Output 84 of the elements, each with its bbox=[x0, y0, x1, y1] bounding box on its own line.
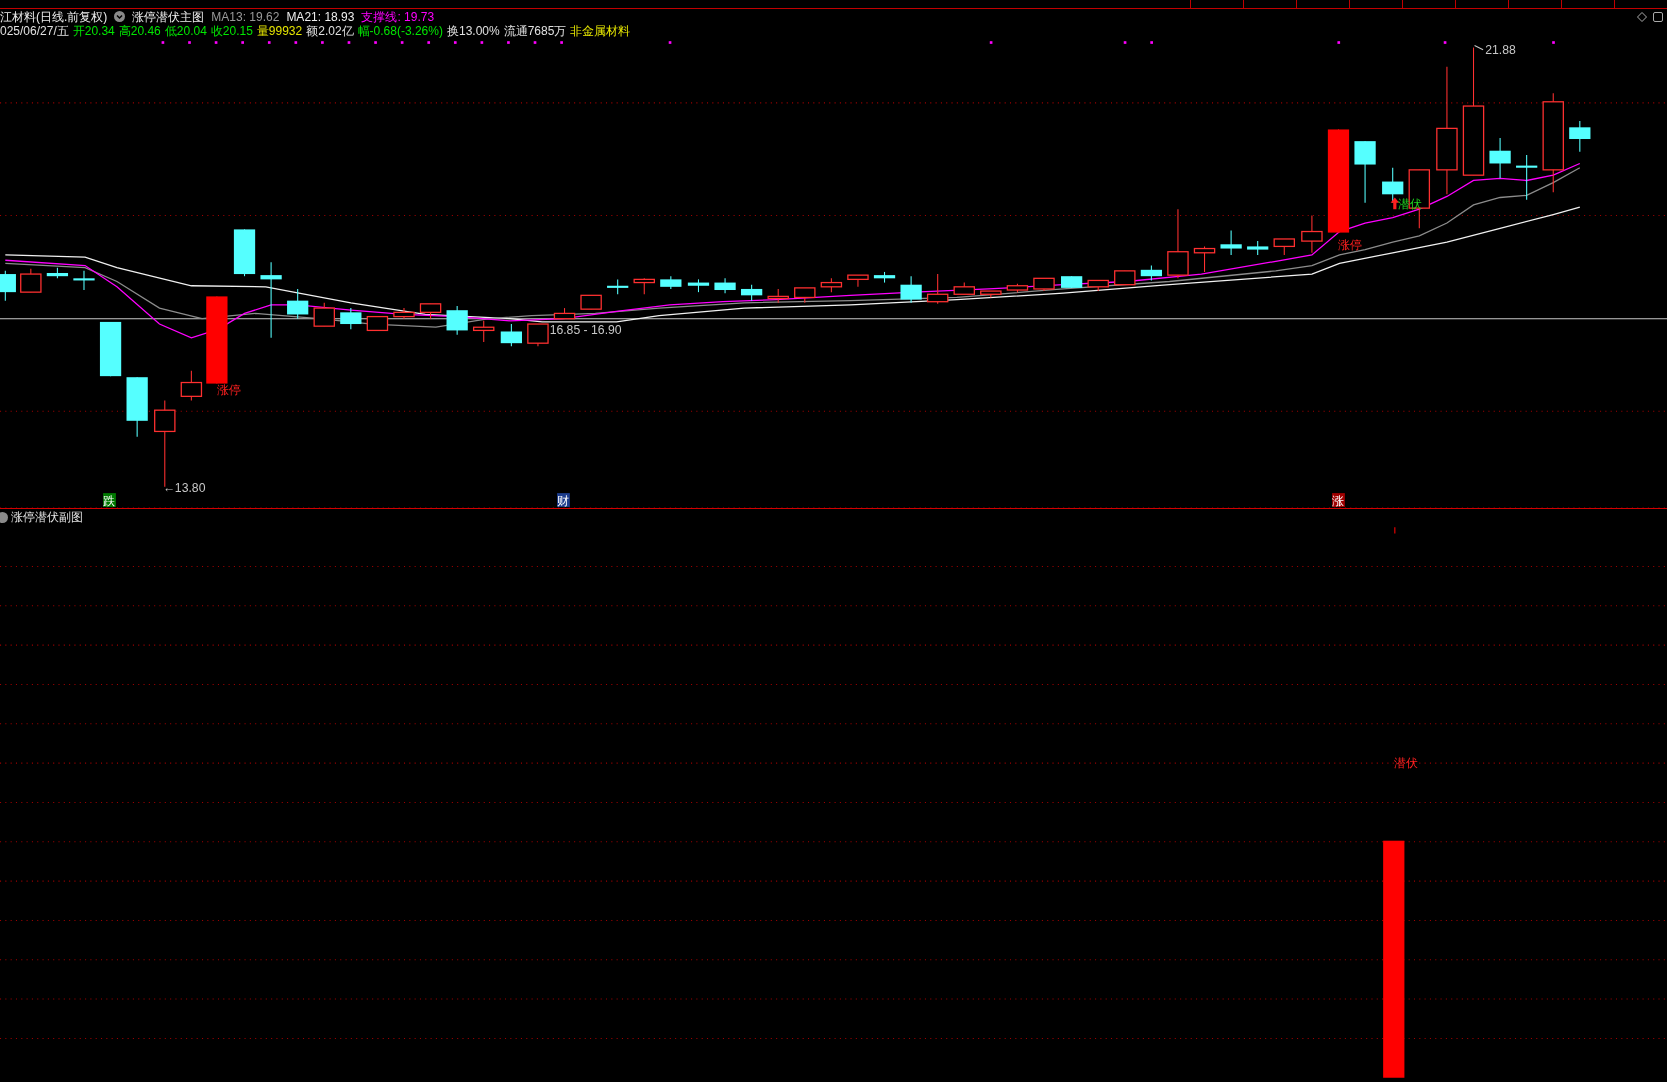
candlestick bbox=[580, 294, 602, 310]
candlestick bbox=[233, 228, 256, 277]
leader-line bbox=[1474, 44, 1484, 51]
candlestick bbox=[73, 270, 95, 291]
candlestick bbox=[741, 284, 763, 302]
candlestick bbox=[767, 288, 789, 304]
candlestick bbox=[553, 307, 576, 320]
candlestick bbox=[366, 315, 389, 332]
quote-value: 高20.46 bbox=[118, 24, 161, 38]
candlestick bbox=[20, 268, 42, 293]
stock-title: 江材料(日线.前复权) bbox=[0, 9, 108, 24]
candlestick bbox=[1033, 277, 1055, 292]
candlestick bbox=[1247, 240, 1269, 256]
candlestick bbox=[446, 305, 468, 336]
indicator-value: 支撑线: 19.73 bbox=[361, 9, 435, 24]
candlestick bbox=[1220, 229, 1242, 256]
candlestick bbox=[953, 282, 975, 295]
candlestick bbox=[873, 271, 896, 284]
candlestick bbox=[46, 267, 69, 279]
candlestick bbox=[633, 277, 655, 295]
quote-value: 非金属材料 bbox=[570, 24, 631, 38]
panel-title: 涨停潜伏副图 bbox=[11, 508, 83, 526]
candlestick bbox=[714, 277, 736, 294]
event-marker[interactable]: 涨 bbox=[1332, 493, 1345, 507]
candlestick bbox=[473, 320, 495, 343]
quote-value: 换13.00% bbox=[446, 24, 500, 38]
price-label: 21.88 bbox=[1485, 42, 1516, 57]
indicator-value: MA13: 19.62 bbox=[211, 9, 280, 24]
price-label: 16.85 - 16.90 bbox=[549, 322, 622, 337]
candlestick bbox=[393, 307, 415, 320]
candlestick bbox=[419, 303, 442, 320]
candlestick bbox=[900, 275, 922, 304]
quote-date: 025/06/27/五 bbox=[0, 24, 69, 38]
candlestick bbox=[847, 274, 869, 288]
quote-value: 收20.15 bbox=[210, 24, 253, 38]
candlestick bbox=[1193, 245, 1216, 273]
dropdown-icon[interactable] bbox=[0, 511, 8, 523]
candlestick bbox=[126, 376, 148, 438]
quote-value: 开20.34 bbox=[72, 24, 115, 38]
diamond-icon[interactable] bbox=[1637, 11, 1647, 22]
event-marker[interactable]: 跌 bbox=[103, 493, 116, 507]
candlestick bbox=[527, 323, 549, 347]
candlestick bbox=[1167, 208, 1189, 279]
signal-label: 潜伏 bbox=[1393, 756, 1418, 771]
quote-value: 幅-0.68(-3.26%) bbox=[357, 24, 443, 38]
candlestick bbox=[1061, 275, 1083, 289]
candlestick bbox=[660, 275, 682, 290]
dropdown-icon[interactable] bbox=[114, 11, 126, 22]
candlestick bbox=[607, 278, 629, 295]
quote-value: 流通7685万 bbox=[503, 24, 567, 38]
candlestick bbox=[500, 323, 522, 347]
candlestick bbox=[794, 287, 816, 304]
indicator-value: MA21: 18.93 bbox=[286, 9, 355, 24]
candlestick bbox=[1569, 120, 1591, 153]
quote-value: 量99932 bbox=[256, 24, 303, 38]
candlestick bbox=[287, 288, 309, 320]
candlestick bbox=[1301, 215, 1323, 254]
quote-value: 低20.04 bbox=[164, 24, 207, 38]
price-label: ←13.80 bbox=[162, 481, 206, 496]
candlestick bbox=[820, 277, 843, 293]
candlestick bbox=[926, 273, 949, 305]
candlestick bbox=[313, 302, 335, 327]
candlestick bbox=[1006, 283, 1029, 293]
candlestick bbox=[980, 290, 1002, 298]
square-icon[interactable] bbox=[1653, 11, 1663, 22]
candlestick bbox=[687, 278, 710, 293]
candlestick bbox=[1140, 265, 1162, 281]
candlestick bbox=[1273, 238, 1295, 256]
up-arrow-icon bbox=[1390, 197, 1400, 210]
candlestick bbox=[1354, 140, 1376, 204]
candlestick bbox=[0, 270, 16, 302]
candlestick bbox=[180, 370, 203, 402]
candlestick bbox=[1087, 279, 1109, 292]
candlestick bbox=[1489, 137, 1511, 179]
signal-label: 涨停 bbox=[216, 383, 241, 398]
candlestick bbox=[99, 321, 122, 377]
event-marker[interactable]: 财 bbox=[557, 493, 570, 507]
candlestick bbox=[1516, 154, 1538, 201]
indicator-name: 涨停潜伏主图 bbox=[132, 9, 205, 24]
candlestick bbox=[1114, 270, 1136, 286]
signal-label: 涨停 bbox=[1338, 237, 1363, 252]
candlestick bbox=[340, 307, 362, 330]
quote-value: 额2.02亿 bbox=[306, 24, 354, 38]
signal-tick bbox=[1394, 526, 1396, 535]
